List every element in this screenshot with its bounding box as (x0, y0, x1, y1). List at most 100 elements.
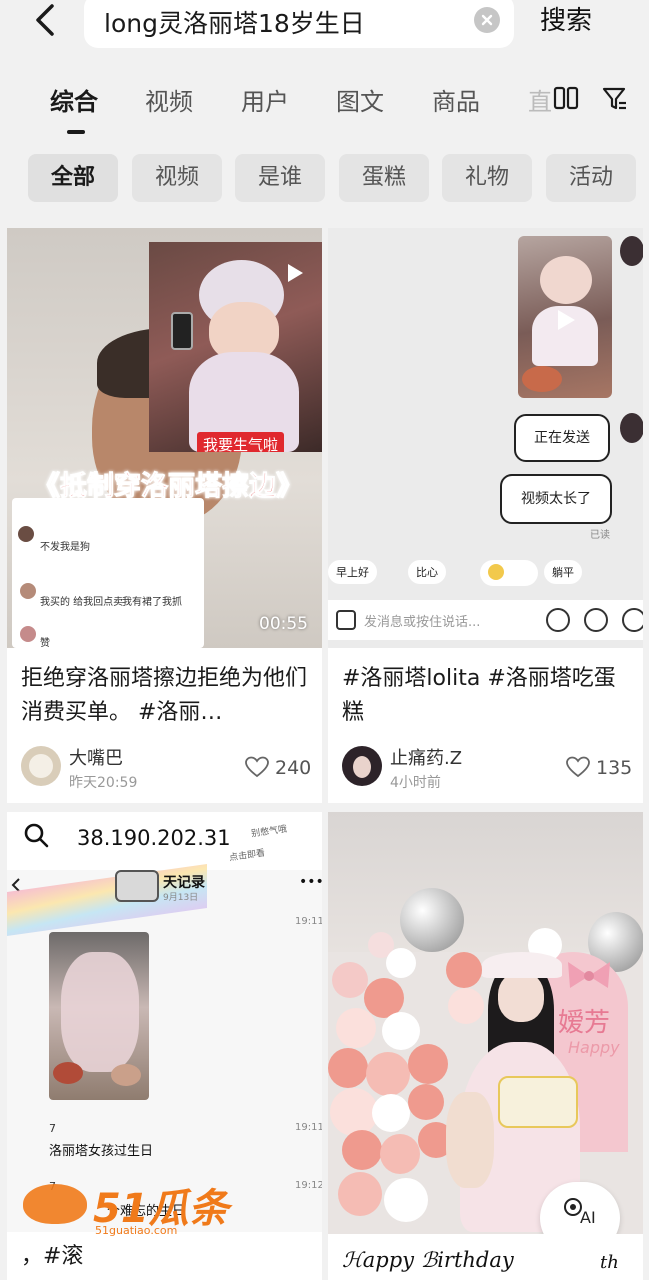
search-results-screen: long灵洛丽塔18岁生日 搜索 综合 视频 用户 图文 商品 直 全部 视频 … (0, 0, 649, 1280)
like-button[interactable]: 240 (245, 756, 311, 779)
chip-event[interactable]: 活动 (546, 154, 636, 202)
post-time: 昨天20:59 (69, 775, 138, 791)
voice-icon[interactable] (546, 608, 570, 632)
emoji-icon[interactable] (584, 608, 608, 632)
result-card[interactable]: 38.190.202.31 别憋气哦 点击即看 天记录 9月13日 ••• 19… (7, 812, 322, 1280)
caption-tail: th (600, 1252, 619, 1273)
chat-bubble: 正在发送 (514, 414, 610, 462)
chat-record-title: 天记录 (163, 875, 205, 891)
chat-input-placeholder: 发消息或按住说话... (364, 615, 481, 630)
chat-video-message (518, 236, 612, 398)
tab-live-partial[interactable]: 直 (518, 78, 554, 118)
message-time: 19:11 (295, 1122, 322, 1133)
message-time: 19:12 (295, 1180, 322, 1191)
birthday-caption: ℋappy ℬirthday (342, 1248, 514, 1272)
like-button[interactable]: 135 (566, 756, 632, 779)
avatar[interactable] (342, 746, 382, 786)
bow-decoration-icon (568, 962, 610, 988)
chip-gift[interactable]: 礼物 (442, 154, 532, 202)
quick-reply-chip[interactable]: 早上好 (328, 560, 377, 584)
quick-reply-chip[interactable]: 躺平 (544, 560, 582, 584)
tab-image-text[interactable]: 图文 (336, 82, 384, 117)
inset-video: 我要生气啦 (149, 242, 322, 452)
play-icon (558, 310, 575, 330)
watermark-logo: 51瓜条 51guatiao.com (23, 1180, 237, 1237)
search-header: long灵洛丽塔18岁生日 搜索 (0, 0, 649, 56)
search-input[interactable]: long灵洛丽塔18岁生日 (84, 0, 514, 48)
birthday-cake (498, 1076, 578, 1128)
sticker-label: 我要生气啦 (197, 432, 285, 452)
phone-shape (171, 312, 193, 350)
tab-video[interactable]: 视频 (145, 82, 193, 117)
chat-avatar (620, 413, 643, 443)
double-column-layout-icon[interactable] (553, 86, 579, 110)
result-card[interactable]: 正在发送 视频太长了 已读 早上好 比心 躺平 发消息或按住说话... #洛丽塔… (328, 228, 643, 803)
card-title[interactable]: 拒绝穿洛丽塔擦边拒绝为他们消费买单。 #洛丽… (21, 662, 311, 730)
cat-sticker (115, 870, 159, 902)
ai-label: AI (580, 1208, 596, 1227)
video-thumbnail[interactable]: 我要生气啦 《抵制穿洛丽塔擦边》 不发我是狗 我买的 给我回点卖 我有裙了我抓 … (7, 228, 322, 648)
chip-cake[interactable]: 蛋糕 (339, 154, 429, 202)
chat-input-bar: 发消息或按住说话... (328, 600, 643, 640)
chat-record-date: 9月13日 (163, 893, 199, 903)
card-title[interactable]: #洛丽塔lolita #洛丽塔吃蛋糕 (342, 662, 632, 730)
side-note: 点击即看 (228, 848, 266, 864)
more-icon: ••• (299, 874, 322, 890)
active-tab-indicator (67, 130, 85, 134)
chat-screenshot-thumbnail[interactable]: 正在发送 视频太长了 已读 早上好 比心 躺平 发消息或按住说话... (328, 228, 643, 648)
chip-who[interactable]: 是谁 (235, 154, 325, 202)
search-icon (24, 823, 49, 848)
post-time: 4小时前 (390, 775, 441, 791)
quick-reply-chip[interactable]: 比心 (408, 560, 446, 584)
tab-users[interactable]: 用户 (241, 82, 289, 117)
clear-icon[interactable] (474, 7, 500, 33)
ip-text: 38.190.202.31 (77, 826, 231, 850)
plus-icon[interactable] (622, 608, 643, 632)
like-count: 135 (596, 757, 633, 779)
filter-icon[interactable] (602, 86, 628, 112)
side-note: 别憋气哦 (250, 824, 288, 840)
message-text: 洛丽塔女孩过生日 (49, 1144, 154, 1159)
chip-video[interactable]: 视频 (132, 154, 222, 202)
tab-products[interactable]: 商品 (432, 82, 480, 117)
tab-comprehensive[interactable]: 综合 (50, 82, 98, 117)
heart-icon (245, 756, 269, 778)
watermark-url: 51guatiao.com (95, 1224, 178, 1237)
commenter-avatar (18, 526, 34, 542)
chat-bubble: 视频太长了 (500, 474, 612, 524)
quick-replies: 早上好 比心 躺平 (328, 558, 643, 592)
commenter-avatar (20, 583, 36, 599)
arch-name-text: 嫒芳 (558, 1008, 611, 1038)
chip-all[interactable]: 全部 (28, 154, 118, 202)
ai-button[interactable]: AI (540, 1182, 620, 1234)
result-card[interactable]: 嫒芳 Happy AI ℋappy ℬirthday th (328, 812, 643, 1280)
video-duration: 00:55 (259, 614, 308, 634)
chat-avatar (620, 236, 643, 266)
result-tabs: 综合 视频 用户 图文 商品 直 (0, 78, 649, 134)
commenter-avatar (20, 626, 36, 642)
author-name[interactable]: 止痛药.Z (390, 744, 462, 770)
search-button[interactable]: 搜索 (540, 0, 592, 37)
chat-image-message (49, 932, 149, 1100)
silver-balloon (400, 888, 464, 952)
play-icon (288, 264, 303, 282)
back-arrow-icon[interactable] (30, 2, 62, 38)
author-name[interactable]: 大嘴巴 (69, 744, 123, 770)
heart-icon (566, 756, 590, 778)
chat-record-thumbnail[interactable]: 38.190.202.31 别憋气哦 点击即看 天记录 9月13日 ••• 19… (7, 812, 322, 1237)
like-count: 240 (275, 757, 312, 779)
filter-chips: 全部 视频 是谁 蛋糕 礼物 活动 (0, 154, 649, 204)
result-card[interactable]: 我要生气啦 《抵制穿洛丽塔擦边》 不发我是狗 我买的 给我回点卖 我有裙了我抓 … (7, 228, 322, 803)
avatar[interactable] (21, 746, 61, 786)
birthday-photo-thumbnail[interactable]: 嫒芳 Happy AI (328, 812, 643, 1234)
read-status: 已读 (590, 530, 610, 541)
message-sender: 7 (49, 1122, 56, 1135)
tab-live-label: 直 (528, 88, 552, 116)
card-title[interactable]: ，#滚 (21, 1240, 311, 1274)
quick-reply-chip[interactable] (480, 560, 538, 586)
apps-icon[interactable] (336, 610, 356, 630)
comment-text: 我有裙了我抓 (122, 597, 182, 608)
teddy-bear (446, 1092, 494, 1188)
search-query-text: long灵洛丽塔18岁生日 (104, 9, 365, 38)
watermark-melon-icon (23, 1184, 87, 1224)
